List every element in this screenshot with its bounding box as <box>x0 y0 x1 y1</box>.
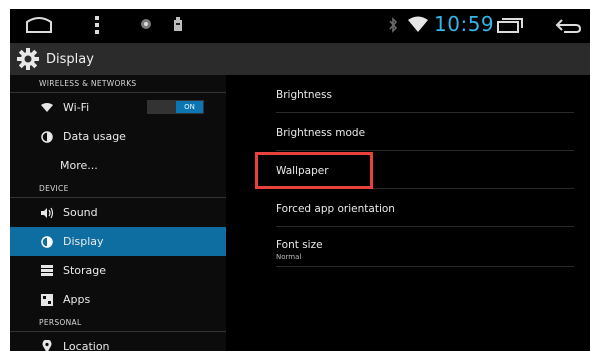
data-usage-icon <box>39 129 55 145</box>
gear-icon[interactable] <box>16 47 40 71</box>
sidebar-item-apps[interactable]: Apps <box>10 285 226 314</box>
sidebar-item-label: Wi-Fi <box>63 101 90 114</box>
sidebar-item-data-usage[interactable]: Data usage <box>10 122 226 151</box>
sidebar-item-wifi[interactable]: Wi-Fi ON <box>10 93 226 122</box>
sound-icon <box>39 205 55 221</box>
section-header-device: DEVICE <box>10 180 226 198</box>
toggle-state: ON <box>176 101 203 113</box>
section-header-wireless: WIRELESS & NETWORKS <box>10 75 226 93</box>
section-header-personal: PERSONAL <box>10 314 226 332</box>
usb-icon <box>173 16 183 32</box>
screen: 10:59 Display WIRELESS & NETWORKS Wi-Fi … <box>10 9 590 351</box>
bluetooth-icon <box>388 17 398 33</box>
location-icon <box>39 339 55 351</box>
sidebar-item-label: Location <box>63 340 110 351</box>
clock: 10:59 <box>434 12 495 36</box>
apps-icon <box>39 292 55 308</box>
sidebar-item-location[interactable]: Location <box>10 332 226 351</box>
sidebar-item-more[interactable]: More... <box>10 151 226 180</box>
display-icon <box>39 234 55 250</box>
menu-dots-icon[interactable] <box>94 15 100 35</box>
wifi-toggle[interactable]: ON <box>147 100 204 114</box>
setting-label: Forced app orientation <box>276 203 395 215</box>
back-icon[interactable] <box>554 18 582 34</box>
setting-summary: Normal <box>276 253 302 261</box>
setting-brightness[interactable]: Brightness <box>276 75 574 113</box>
home-icon[interactable] <box>24 16 54 34</box>
settings-sidebar: WIRELESS & NETWORKS Wi-Fi ON Data usage … <box>10 75 226 351</box>
setting-forced-app-orientation[interactable]: Forced app orientation <box>276 189 574 227</box>
wifi-icon <box>408 16 428 33</box>
sidebar-item-label: Storage <box>63 264 107 277</box>
status-bar: 10:59 <box>10 9 590 41</box>
sidebar-item-storage[interactable]: Storage <box>10 256 226 285</box>
sidebar-item-sound[interactable]: Sound <box>10 198 226 227</box>
sidebar-item-label: Data usage <box>63 130 126 143</box>
sidebar-item-label: Apps <box>63 293 91 306</box>
sidebar-item-display[interactable]: Display <box>10 227 226 256</box>
sidebar-item-label: Sound <box>63 206 98 219</box>
setting-label: Font size <box>276 239 323 251</box>
sidebar-item-label: More... <box>60 159 98 172</box>
setting-label: Brightness <box>276 89 332 101</box>
action-bar: Display <box>10 43 590 75</box>
setting-label: Brightness mode <box>276 127 366 139</box>
wallpaper-highlight-box <box>255 152 373 189</box>
sidebar-item-label: Display <box>63 235 104 248</box>
display-settings-list: Brightness Brightness mode Wallpaper For… <box>226 75 590 351</box>
wifi-icon <box>39 100 55 116</box>
page-title: Display <box>46 51 94 67</box>
setting-brightness-mode[interactable]: Brightness mode <box>276 113 574 151</box>
recent-apps-icon[interactable] <box>496 18 524 34</box>
notification-icon <box>140 18 152 30</box>
storage-icon <box>39 263 55 279</box>
setting-font-size[interactable]: Font size Normal <box>276 227 574 267</box>
